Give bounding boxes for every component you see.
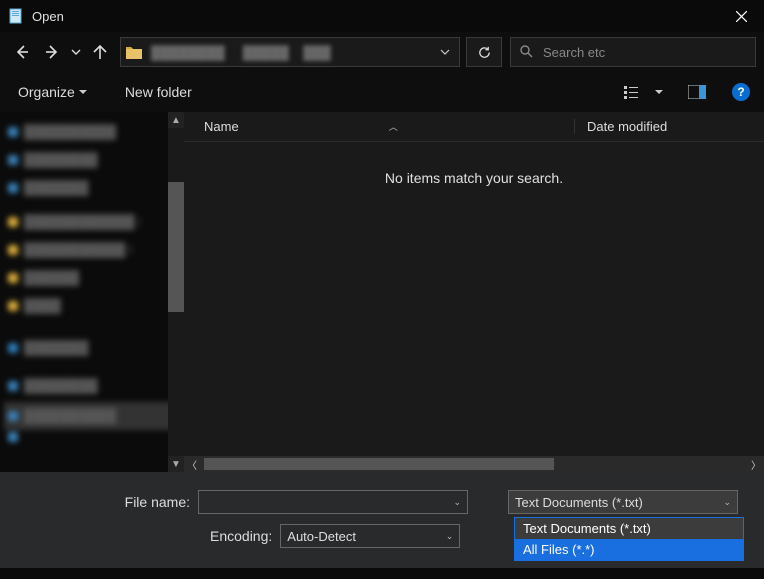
encoding-value: Auto-Detect [287,529,356,544]
file-name-combo[interactable]: ⌄ [198,490,468,514]
caret-down-icon [79,88,87,96]
folder-icon [125,45,143,60]
column-header-name[interactable]: Name ︿ [184,119,574,134]
scroll-down-arrow[interactable]: ▼ [168,456,184,472]
address-path: ████████ █████ ███ [151,45,435,60]
toolbar: Organize New folder ? [0,72,764,112]
close-icon [736,11,747,22]
chevron-down-icon: ⌄ [723,497,731,508]
tree-content-obscured: ██████████ ████████ ███████ ████████████… [0,112,184,448]
title-bar: Open [0,0,764,32]
address-bar[interactable]: ████████ █████ ███ [120,37,460,67]
horizontal-scrollbar[interactable]: 〈 〉 [184,456,764,472]
chevron-down-icon [440,47,450,57]
search-box[interactable]: Search etc [510,37,756,67]
search-icon [519,44,533,61]
file-type-value: Text Documents (*.txt) [515,495,643,510]
refresh-icon [477,45,492,60]
arrow-up-icon [92,44,108,60]
recent-locations-button[interactable] [68,38,84,66]
arrow-right-icon [44,44,60,60]
bottom-panel: File name: ⌄ Text Documents (*.txt) ⌄ Te… [0,472,764,568]
scroll-up-arrow[interactable]: ▲ [168,112,184,128]
tree-scroll-thumb[interactable] [168,182,184,312]
scroll-left-arrow[interactable]: 〈 [184,456,200,472]
view-dropdown-button[interactable] [652,78,666,106]
forward-button[interactable] [38,38,66,66]
nav-bar: ████████ █████ ███ Search etc [0,32,764,72]
encoding-label: Encoding: [210,528,272,544]
file-type-option-all[interactable]: All Files (*.*) [515,539,743,560]
file-type-combo[interactable]: Text Documents (*.txt) ⌄ [508,490,738,514]
organize-label: Organize [18,84,75,100]
refresh-button[interactable] [466,37,502,67]
h-scroll-thumb[interactable] [204,458,554,470]
new-folder-label: New folder [125,84,192,100]
caret-down-icon [655,88,663,96]
tree-scrollbar[interactable]: ▲ ▼ [168,112,184,472]
view-list-icon [624,85,642,99]
body-area: ██████████ ████████ ███████ ████████████… [0,112,764,472]
help-button[interactable]: ? [726,78,756,106]
organize-button[interactable]: Organize [8,78,97,106]
file-type-option-txt[interactable]: Text Documents (*.txt) [515,518,743,539]
navigation-tree[interactable]: ██████████ ████████ ███████ ████████████… [0,112,184,472]
empty-state-message: No items match your search. [184,142,764,186]
search-placeholder: Search etc [543,45,605,60]
file-type-dropdown: Text Documents (*.txt) All Files (*.*) [514,517,744,561]
column-name-label: Name [204,119,239,134]
sort-indicator-icon: ︿ [389,120,398,133]
preview-pane-button[interactable] [682,78,712,106]
new-folder-button[interactable]: New folder [115,78,202,106]
file-name-label: File name: [120,494,190,510]
chevron-down-icon [71,47,81,57]
help-icon: ? [732,83,750,101]
app-icon [8,8,24,24]
preview-pane-icon [688,85,706,99]
chevron-down-icon: ⌄ [453,497,461,508]
up-button[interactable] [86,38,114,66]
file-list-panel: Name ︿ Date modified No items match your… [184,112,764,472]
back-button[interactable] [8,38,36,66]
column-headers: Name ︿ Date modified [184,112,764,142]
arrow-left-icon [14,44,30,60]
address-dropdown-button[interactable] [435,45,455,60]
column-header-date[interactable]: Date modified [574,119,764,134]
close-button[interactable] [718,0,764,32]
encoding-combo[interactable]: Auto-Detect ⌄ [280,524,460,548]
column-date-label: Date modified [587,119,667,134]
view-options-button[interactable] [618,78,648,106]
scroll-right-arrow[interactable]: 〉 [748,456,764,472]
window-title: Open [32,9,718,24]
h-scroll-track[interactable] [200,456,748,472]
chevron-down-icon: ⌄ [446,531,454,542]
